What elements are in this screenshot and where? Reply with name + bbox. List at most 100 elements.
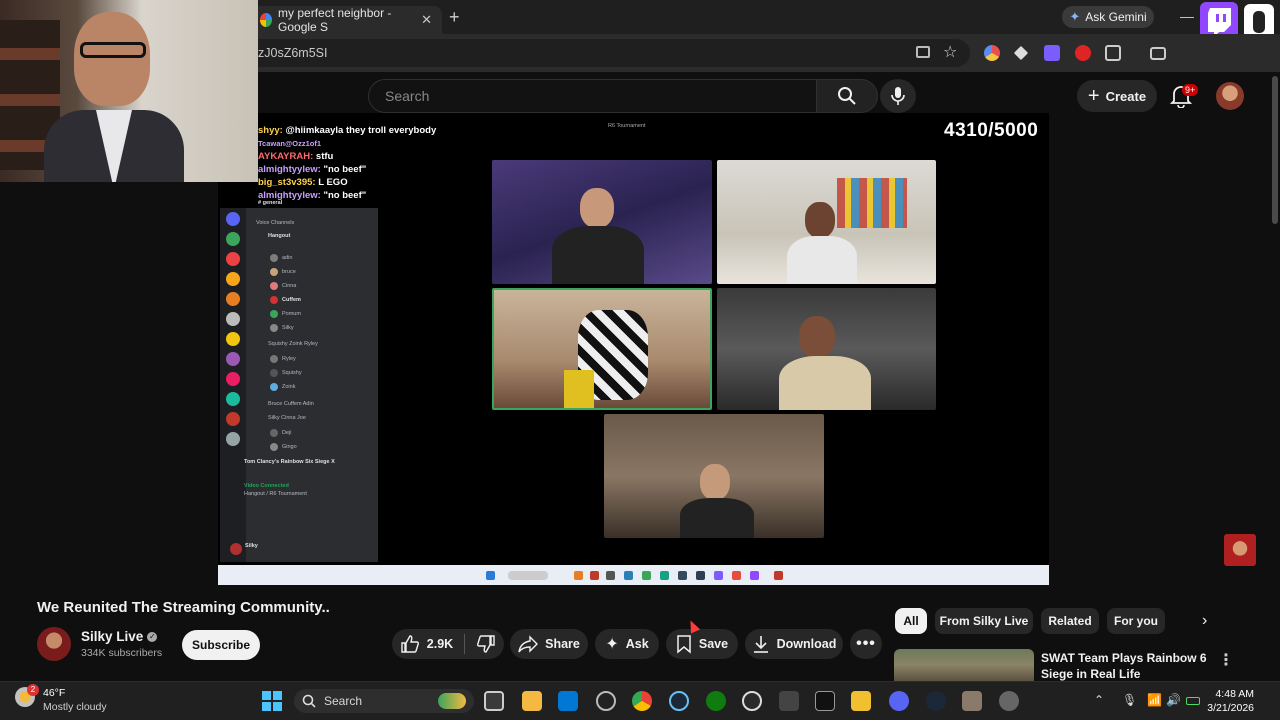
tray-chevron-up-icon[interactable]: ⌃ [1094,693,1104,707]
subscriber-count: 334K subscribers [81,647,163,659]
microsoft-store-icon[interactable] [558,691,578,711]
steam-secondary-icon[interactable] [926,691,946,711]
tray-volume-icon[interactable]: 🔊 [1166,693,1181,707]
ask-button[interactable]: ✦ Ask [595,629,659,659]
extension-twitch-icon[interactable] [1044,45,1060,61]
discord-voice-header: Voice Channels [256,220,295,226]
reactor-webcam-overlay [0,0,258,182]
download-arrow-icon [753,636,768,653]
recommended-video-title[interactable]: SWAT Team Plays Rainbow 6 Siege in Real … [1041,650,1211,682]
xbox-icon[interactable] [706,691,726,711]
discord-voice-channel[interactable]: Bruce Cuffem Adin [268,401,314,407]
discord-member: Silky [282,325,294,331]
browser-tab-active[interactable]: my perfect neighbor - Google S ✕ [250,6,442,34]
chat-line: Tcawan@Ozz1of1 [258,139,322,148]
like-count[interactable]: 2.9K [427,637,453,651]
discord-voice-channel[interactable]: Squishy Zoink Ryley [268,341,318,347]
more-actions-button[interactable]: ••• [850,629,882,659]
youtube-search-button[interactable] [816,79,878,113]
page-scrollbar-thumb[interactable] [1272,76,1278,224]
chip-for-you[interactable]: For you [1107,608,1165,634]
task-view-icon[interactable] [484,691,504,711]
recommended-video-thumbnail[interactable] [894,649,1034,681]
tournament-label: R6 Tournament [608,123,646,129]
chat-line: shyy: @hiimkaayla they troll everybody [258,125,437,136]
webcam-tile [717,160,936,284]
bookmark-star-icon[interactable]: ☆ [943,42,957,62]
address-bar[interactable]: zJ0sZ6m5SI [244,39,970,67]
epic-games-icon[interactable] [815,691,835,711]
save-button[interactable]: Save [666,629,738,659]
account-avatar[interactable] [1216,82,1244,110]
install-app-icon[interactable] [916,46,930,58]
discord-voice-channel[interactable]: Silky Cinna Joe [268,415,306,421]
side-panel-icon[interactable] [1150,47,1166,60]
ask-gemini-button[interactable]: ✦ Ask Gemini [1062,6,1154,28]
obs-icon[interactable] [596,691,616,711]
thumbs-up-icon[interactable] [400,634,420,654]
channel-avatar[interactable] [37,627,71,661]
taskbar-clock[interactable]: 4:48 AM 3/21/2026 [1198,687,1254,715]
tab-title: my perfect neighbor - Google S [278,6,392,34]
thumbs-down-icon[interactable] [476,634,496,654]
notification-count-badge: 9+ [1182,84,1199,96]
gemini-sparkle-icon: ✦ [1069,9,1081,24]
webcam-tile [604,414,824,538]
settings-gear-icon[interactable] [999,691,1019,711]
bookmark-icon [677,635,691,654]
chip-from-channel[interactable]: From Silky Live [935,608,1033,634]
weather-description: Mostly cloudy [43,701,107,713]
discord-member: Squishy [282,370,302,376]
discord-member: bruce [282,269,296,275]
discord-member: adin [282,255,293,261]
discord-member: Ryley [282,356,296,362]
discord-voice-location: Hangout / R6 Tournament [244,491,307,497]
create-button[interactable]: + Create [1077,80,1157,112]
steam-icon[interactable] [669,691,689,711]
extension-color-icon[interactable] [984,45,1000,61]
discord-channel-name: # general [258,200,283,206]
chevron-right-icon[interactable]: › [1202,612,1207,630]
more-horizontal-icon: ••• [856,635,876,652]
weather-alert-badge: 2 [27,684,39,696]
app-circle-icon[interactable] [742,691,762,711]
chat-line: almightyylew: "no beef" [258,164,367,175]
extensions-puzzle-icon[interactable] [1105,45,1121,61]
tray-wifi-icon[interactable]: 📶 [1147,693,1162,707]
app-tile-icon[interactable] [779,691,799,711]
discord-member: Deji [282,430,292,436]
chip-related[interactable]: Related [1041,608,1099,634]
streamer-desktop-taskbar [218,565,1049,585]
close-tab-icon[interactable]: ✕ [421,12,432,28]
youtube-search-input[interactable]: Search [368,79,816,113]
app-yellow-icon[interactable] [851,691,871,711]
discord-member: Pomum [282,311,301,317]
stream-goal-counter: 4310/5000 [944,120,1039,141]
channel-name[interactable]: Silky Live ✓ [81,629,158,644]
discord-hangout-channel[interactable]: Hangout [268,233,290,239]
discord-member: Cuffem [282,297,301,303]
taskbar-search[interactable]: Search [294,689,474,713]
discord-member: Zoink [282,384,296,390]
windows-start-icon[interactable] [262,691,282,711]
file-explorer-icon[interactable] [522,691,542,711]
discord-self-name: Silky [245,543,258,549]
subscribe-button[interactable]: Subscribe [182,630,260,660]
download-button[interactable]: Download [745,629,843,659]
webcam-tile [492,160,712,284]
discord-game-activity: Tom Clancy's Rainbow Six Siege X [244,459,335,465]
new-tab-icon[interactable]: + [449,7,460,28]
extension-red-icon[interactable] [1075,45,1091,61]
share-button[interactable]: Share [510,629,588,659]
minimize-window-icon[interactable]: — [1180,8,1194,24]
voice-search-button[interactable] [880,79,916,113]
video-title: We Reunited The Streaming Community.. [37,599,330,616]
plus-icon: + [1087,85,1100,107]
discord-icon[interactable] [889,691,909,711]
tray-microphone-icon[interactable]: 🎙 [1122,693,1137,707]
chrome-icon[interactable] [632,691,652,711]
chip-all[interactable]: All [895,608,927,634]
game-app-icon[interactable] [962,691,982,711]
more-vertical-icon[interactable]: ⋮ [1218,650,1234,670]
search-icon [838,87,856,105]
